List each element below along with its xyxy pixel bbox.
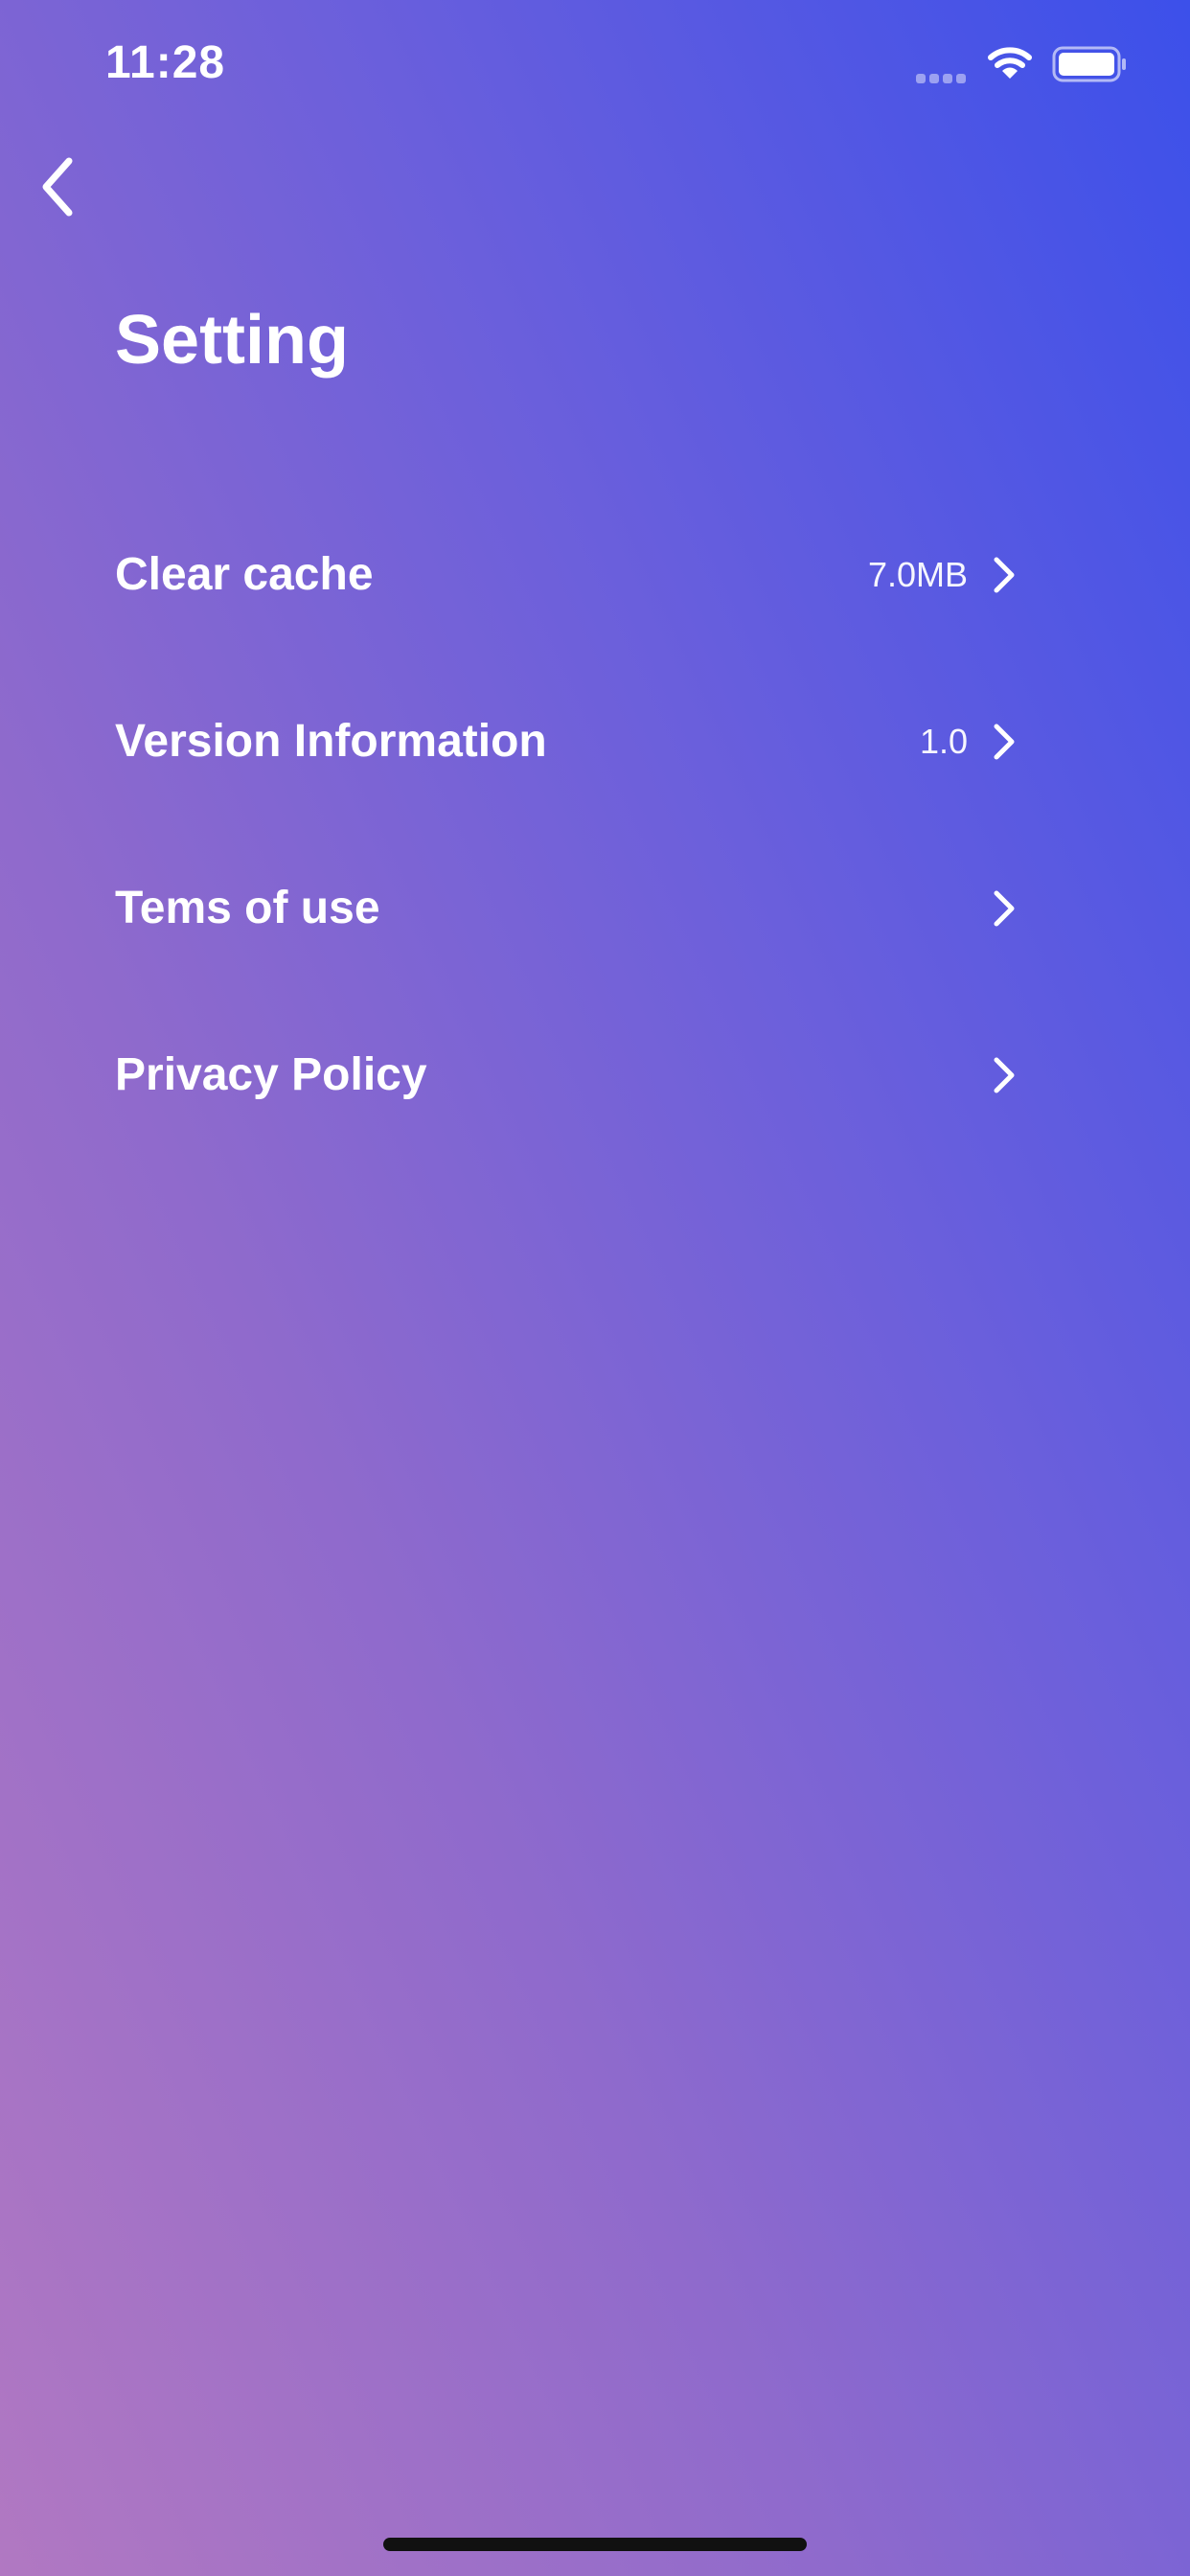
- setting-label: Version Information: [115, 716, 547, 767]
- chevron-right-icon: [994, 1057, 1015, 1093]
- battery-icon: [1052, 46, 1129, 82]
- status-bar: 11:28: [0, 0, 1190, 126]
- wifi-icon: [987, 44, 1033, 82]
- status-time: 11:28: [105, 37, 226, 88]
- setting-trailing: 7.0MB: [868, 518, 1018, 632]
- setting-trailing: [991, 1018, 1018, 1133]
- signal-icon: [916, 71, 972, 83]
- setting-value: 7.0MB: [867, 555, 968, 594]
- chevron-right-icon: [994, 890, 1015, 927]
- settings-list: Clear cache 7.0MB Version Information 1.…: [115, 549, 1018, 1218]
- setting-label: Clear cache: [115, 549, 374, 600]
- setting-label: Privacy Policy: [115, 1049, 427, 1100]
- setting-value: 1.0: [919, 722, 968, 761]
- chevron-left-icon: [42, 157, 73, 217]
- chevron-right-icon: [994, 724, 1015, 760]
- home-indicator[interactable]: [383, 2538, 807, 2551]
- setting-trailing: [991, 851, 1018, 966]
- back-button[interactable]: [29, 153, 86, 220]
- page-title: Setting: [115, 302, 349, 379]
- setting-trailing: 1.0: [920, 684, 1018, 799]
- setting-label: Tems of use: [115, 883, 380, 933]
- setting-row-privacy-policy[interactable]: Privacy Policy: [115, 1049, 1018, 1218]
- settings-screen: 11:28 Setting Clear cache 7.0MB Version …: [0, 0, 1190, 2576]
- chevron-right-icon: [994, 557, 1015, 593]
